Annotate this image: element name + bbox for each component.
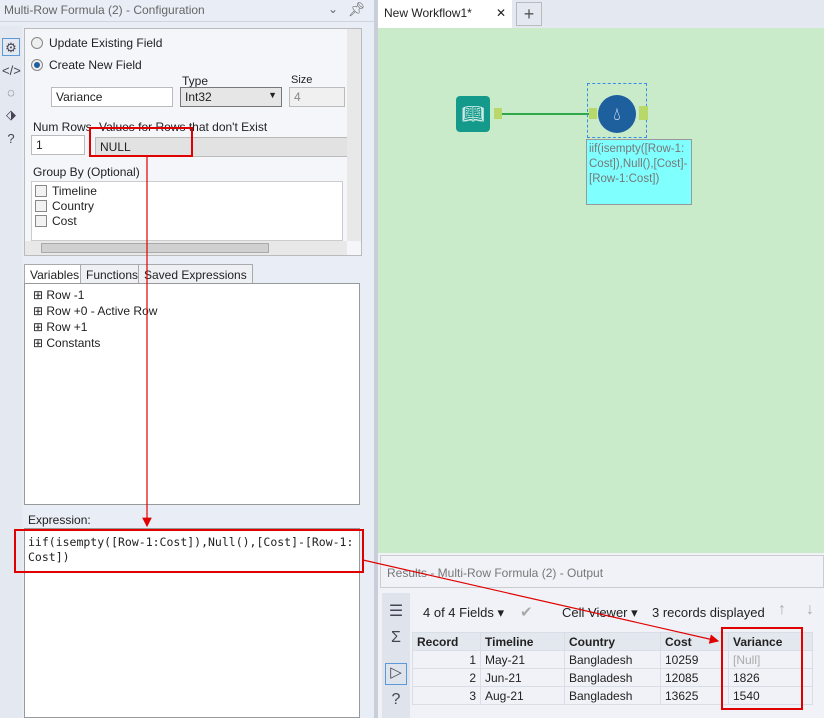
cell: [Null]: [728, 650, 813, 669]
create-new-label: Create New Field: [49, 58, 142, 72]
cell: Bangladesh: [564, 650, 661, 669]
size-label: Size: [291, 74, 313, 86]
configuration-panel: Multi-Row Formula (2) - Configuration ⌄ …: [0, 0, 374, 718]
results-panel: Results - Multi-Row Formula (2) - Output…: [378, 553, 824, 718]
cell: 2: [412, 668, 481, 687]
tag-icon[interactable]: ▷: [385, 663, 407, 685]
checkbox-country[interactable]: [35, 200, 47, 212]
list-icon[interactable]: ☰: [387, 603, 405, 621]
connection-line: [502, 113, 594, 115]
column-header[interactable]: Timeline: [480, 632, 565, 651]
cell: 3: [412, 686, 481, 705]
cell: 1540: [728, 686, 813, 705]
cell: Aug-21: [480, 686, 565, 705]
cell-viewer-dropdown[interactable]: Cell Viewer ▾: [562, 605, 638, 621]
cell: May-21: [480, 650, 565, 669]
column-header[interactable]: Variance: [728, 632, 813, 651]
cell: 1826: [728, 668, 813, 687]
vertical-scrollbar[interactable]: [347, 29, 361, 241]
help-icon[interactable]: ?: [387, 691, 405, 709]
pin-icon[interactable]: 📌︎: [348, 1, 366, 18]
check-icon[interactable]: ✔: [520, 603, 533, 621]
tag-icon[interactable]: ⬗: [2, 106, 20, 124]
cell: Jun-21: [480, 668, 565, 687]
tab-workflow[interactable]: New Workflow1* ✕: [378, 0, 512, 28]
dropdown-arrow-icon: ▼: [268, 90, 277, 100]
column-header[interactable]: Record: [412, 632, 481, 651]
num-rows-stepper[interactable]: 1: [31, 135, 85, 155]
column-header[interactable]: Country: [564, 632, 661, 651]
results-icon-bar: ☰ Σ ▷ ?: [382, 593, 410, 718]
arrow-up-icon[interactable]: ↑: [778, 601, 786, 619]
column-header[interactable]: Cost: [660, 632, 729, 651]
group-by-label: Group By (Optional): [33, 165, 140, 179]
results-title: Results - Multi-Row Formula (2) - Output: [380, 555, 824, 588]
group-field: Timeline: [52, 184, 97, 198]
output-icon[interactable]: ◌: [2, 84, 20, 102]
output-anchor[interactable]: [494, 108, 502, 119]
group-by-list: Timeline Country Cost: [31, 181, 343, 241]
gear-icon[interactable]: ⚙: [2, 38, 20, 56]
tab-variables[interactable]: Variables: [24, 264, 86, 284]
input-tool-book-icon[interactable]: 📖︎: [456, 96, 490, 132]
arrow-down-icon[interactable]: ↓: [806, 601, 814, 619]
update-existing-radio[interactable]: [31, 37, 43, 49]
results-table: Record Timeline Country Cost Variance 1M…: [412, 632, 813, 705]
checkbox-timeline[interactable]: [35, 185, 47, 197]
workflow-canvas[interactable]: 📖︎ 💧︎ iif(isempty([Row-1:Cost]),Null(),[…: [378, 28, 824, 553]
cell: 1: [412, 650, 481, 669]
output-anchor[interactable]: [639, 106, 648, 120]
config-title: Multi-Row Formula (2) - Configuration: [0, 0, 374, 22]
table-row[interactable]: 2 Jun-21 Bangladesh 12085 1826: [412, 668, 813, 687]
tree-item[interactable]: ⊞ Row +1: [33, 319, 351, 335]
checkbox-cost[interactable]: [35, 215, 47, 227]
cell: Bangladesh: [564, 686, 661, 705]
expression-editor[interactable]: iif(isempty([Row-1:Cost]),Null(),[Cost]-…: [24, 528, 360, 718]
config-form: Update Existing Field Create New Field T…: [24, 28, 362, 256]
add-tab-button[interactable]: +: [516, 2, 542, 26]
multi-row-formula-icon[interactable]: 💧︎: [598, 95, 636, 133]
records-count: 3 records displayed: [652, 605, 765, 620]
create-new-radio[interactable]: [31, 59, 43, 71]
values-select[interactable]: NULL: [95, 137, 357, 157]
group-field: Country: [52, 199, 95, 213]
help-icon[interactable]: ?: [2, 130, 20, 148]
cell: 12085: [660, 668, 729, 687]
workflow-area: New Workflow1* ✕ + 📖︎ 💧︎ iif(isempty([Row…: [378, 0, 824, 718]
tree-item[interactable]: ⊞ Row -1: [33, 287, 351, 303]
type-label: Type: [182, 74, 209, 88]
config-icon-bar: ⚙ </> ◌ ⬗ ?: [0, 26, 22, 718]
field-name-input[interactable]: Variance: [51, 87, 173, 107]
sigma-icon[interactable]: Σ: [387, 629, 405, 647]
cell: Bangladesh: [564, 668, 661, 687]
tab-saved-expressions[interactable]: Saved Expressions: [138, 264, 253, 284]
tree-item[interactable]: ⊞ Row +0 - Active Row: [33, 303, 351, 319]
close-icon[interactable]: ✕: [496, 6, 506, 20]
values-label: Values for Rows that don't Exist: [99, 120, 268, 134]
tab-functions[interactable]: Functions: [80, 264, 145, 284]
cell: 13625: [660, 686, 729, 705]
code-icon[interactable]: </>: [2, 62, 21, 80]
variables-tree: ⊞ Row -1 ⊞ Row +0 - Active Row ⊞ Row +1 …: [24, 283, 360, 505]
tree-item[interactable]: ⊞ Constants: [33, 335, 351, 351]
table-row[interactable]: 3 Aug-21 Bangladesh 13625 1540: [412, 686, 813, 705]
cell: 10259: [660, 650, 729, 669]
group-field: Cost: [52, 214, 77, 228]
num-rows-label: Num Rows: [33, 120, 92, 134]
table-row[interactable]: 1 May-21 Bangladesh 10259 [Null]: [412, 650, 813, 669]
chevron-down-icon[interactable]: ⌄: [328, 2, 338, 16]
input-anchor[interactable]: [589, 108, 597, 119]
expression-label: Expression:: [28, 513, 91, 527]
workflow-tabs: New Workflow1* ✕ +: [378, 0, 824, 28]
size-input: 4: [289, 87, 345, 107]
horizontal-scrollbar[interactable]: [25, 241, 347, 255]
tool-annotation: iif(isempty([Row-1:Cost]),Null(),[Cost]-…: [586, 139, 692, 205]
fields-dropdown[interactable]: 4 of 4 Fields ▾: [423, 605, 504, 621]
update-existing-label: Update Existing Field: [49, 36, 163, 50]
type-select[interactable]: Int32 ▼: [180, 87, 282, 107]
